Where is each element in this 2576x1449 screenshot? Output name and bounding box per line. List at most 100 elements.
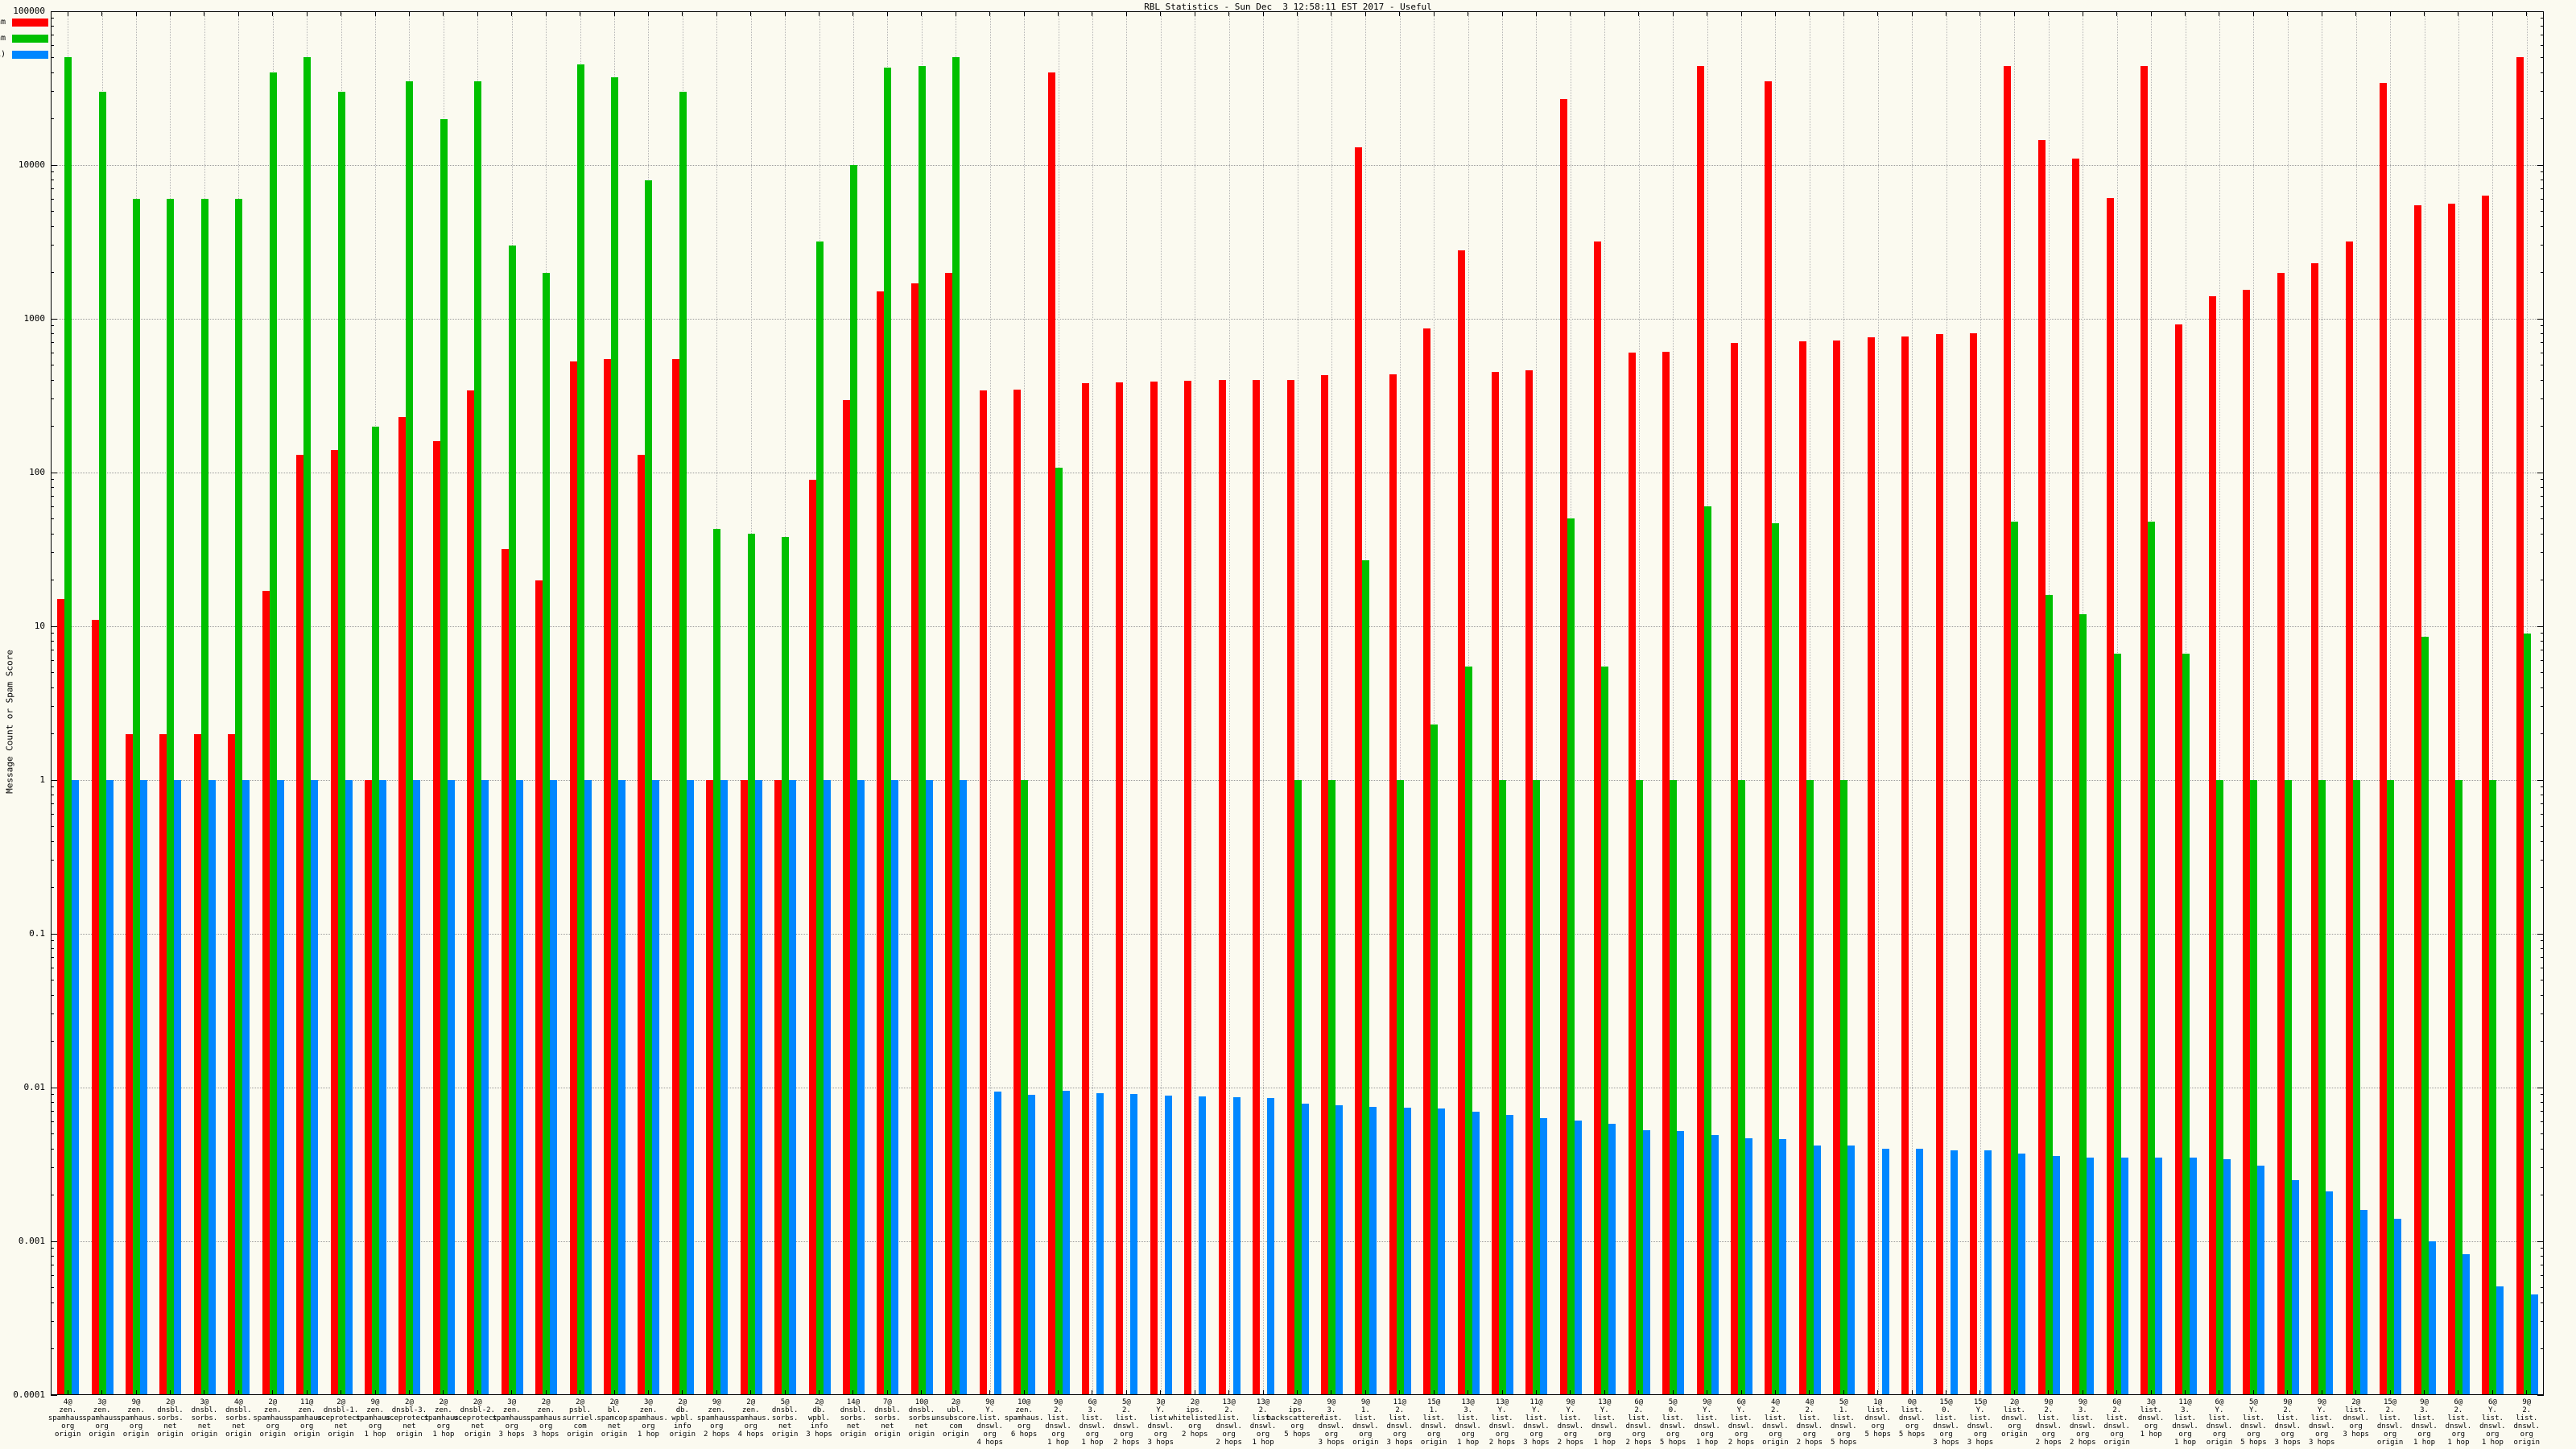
- y-minor-tick: [2541, 1041, 2544, 1042]
- x-tick: [2492, 11, 2493, 16]
- y-minor-tick: [2541, 860, 2544, 861]
- x-tick: [136, 11, 137, 16]
- y-minor-tick: [2541, 1348, 2544, 1349]
- y-tick-label: 1000: [3, 314, 45, 324]
- y-minor-tick: [2541, 1094, 2544, 1095]
- y-minor-tick: [51, 1348, 54, 1349]
- y-minor-tick: [2541, 1133, 2544, 1134]
- y-minor-tick: [2541, 496, 2544, 497]
- y-minor-tick: [2541, 426, 2544, 427]
- legend-swatch-spam-icon: [12, 35, 48, 43]
- x-tick: [682, 11, 683, 16]
- y-minor-tick: [51, 995, 54, 996]
- x-tick: [887, 1390, 888, 1395]
- y-minor-tick: [2541, 188, 2544, 189]
- x-tick: [1604, 11, 1605, 16]
- x-tick: [1160, 1390, 1161, 1395]
- y-minor-tick: [51, 786, 54, 787]
- legend-swatch-not-spam-icon: [12, 19, 48, 27]
- x-tick: [2424, 11, 2425, 16]
- y-minor-tick: [2541, 1321, 2544, 1322]
- x-tick: [1877, 11, 1878, 16]
- x-tick: [1024, 11, 1025, 16]
- x-label-line: 5 hops: [1795, 1439, 1892, 1447]
- y-minor-tick: [2541, 479, 2544, 480]
- y-tick-label: 0.1: [3, 929, 45, 939]
- y-tick-label: 1: [3, 775, 45, 785]
- y-minor-tick: [2541, 245, 2544, 246]
- y-minor-tick: [2541, 887, 2544, 888]
- y-minor-tick: [51, 1121, 54, 1122]
- y-minor-tick: [51, 1094, 54, 1095]
- y-minor-tick: [51, 552, 54, 553]
- y-minor-tick: [51, 1248, 54, 1249]
- y-minor-tick: [51, 118, 54, 119]
- x-tick: [546, 1390, 547, 1395]
- x-tick: [1570, 11, 1571, 16]
- y-minor-tick: [51, 1102, 54, 1103]
- y-major-tick: [2537, 626, 2544, 627]
- y-minor-tick: [51, 1287, 54, 1288]
- y-minor-tick: [2541, 398, 2544, 399]
- y-minor-tick: [51, 45, 54, 46]
- x-tick: [511, 11, 512, 16]
- x-tick: [682, 1390, 683, 1395]
- x-tick: [1809, 11, 1810, 16]
- x-tick: [716, 11, 717, 16]
- y-minor-tick: [51, 211, 54, 212]
- y-tick-label: 0.01: [3, 1083, 45, 1092]
- x-tick: [785, 1390, 786, 1395]
- y-minor-tick: [2541, 995, 2544, 996]
- x-tick: [648, 11, 649, 16]
- x-tick: [1502, 11, 1503, 16]
- y-minor-tick: [51, 506, 54, 507]
- x-tick: [1536, 1390, 1537, 1395]
- x-tick: [2253, 11, 2254, 16]
- x-tick: [989, 1390, 990, 1395]
- plot-border: [51, 11, 2544, 1395]
- y-minor-tick: [2541, 814, 2544, 815]
- x-label-line: dnswl.: [2479, 1422, 2575, 1430]
- y-minor-tick: [51, 245, 54, 246]
- x-tick: [989, 11, 990, 16]
- y-minor-tick: [51, 1275, 54, 1276]
- y-major-tick: [2537, 319, 2544, 320]
- y-minor-tick: [2541, 171, 2544, 172]
- x-tick: [1228, 1390, 1229, 1395]
- x-tick: [443, 1390, 444, 1395]
- x-tick: [1536, 11, 1537, 16]
- x-tick: [2287, 11, 2288, 16]
- y-minor-tick: [51, 841, 54, 842]
- y-minor-tick: [51, 706, 54, 707]
- x-tick: [307, 1390, 308, 1395]
- y-minor-tick: [2541, 1167, 2544, 1168]
- x-tick: [2014, 1390, 2015, 1395]
- y-major-tick: [2537, 1241, 2544, 1242]
- x-tick: [2526, 11, 2527, 16]
- y-minor-tick: [51, 803, 54, 804]
- x-tick: [443, 11, 444, 16]
- x-tick: [2355, 11, 2356, 16]
- x-tick: [1365, 11, 1366, 16]
- x-tick: [1741, 1390, 1742, 1395]
- y-minor-tick: [2541, 333, 2544, 334]
- x-tick: [375, 11, 376, 16]
- x-tick: [170, 11, 171, 16]
- x-tick: [921, 1390, 922, 1395]
- x-tick: [238, 1390, 239, 1395]
- y-minor-tick: [2541, 1287, 2544, 1288]
- y-minor-tick: [51, 226, 54, 227]
- y-tick-label: 0.001: [3, 1236, 45, 1246]
- y-minor-tick: [51, 687, 54, 688]
- x-tick: [1809, 1390, 1810, 1395]
- x-tick: [614, 1390, 615, 1395]
- y-minor-tick: [2541, 1302, 2544, 1303]
- y-minor-tick: [2541, 641, 2544, 642]
- y-minor-tick: [2541, 948, 2544, 949]
- x-tick: [409, 1390, 410, 1395]
- x-tick: [1263, 11, 1264, 16]
- x-tick: [1741, 11, 1742, 16]
- x-tick: [648, 1390, 649, 1395]
- x-tick: [1673, 11, 1674, 16]
- x-tick: [409, 11, 410, 16]
